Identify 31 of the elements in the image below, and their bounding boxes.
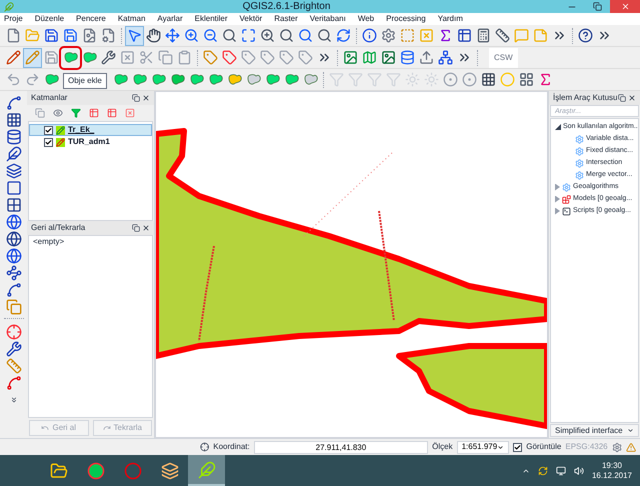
- clock-date[interactable]: 16.12.2017: [592, 470, 632, 480]
- scale-dropdown[interactable]: 1:651.979: [456, 440, 510, 454]
- coordinate-field[interactable]: 27.911,41.830: [254, 440, 428, 454]
- layer-row[interactable]: Tr_Ek_: [29, 124, 152, 136]
- panel-title: Katmanlar: [31, 92, 68, 104]
- layer-name[interactable]: Tr_Ek_: [68, 124, 94, 136]
- interface-dropdown[interactable]: Simplified interface: [550, 424, 639, 437]
- menu-item[interactable]: Raster: [274, 15, 298, 23]
- window-title: QGIS2.6.1-Brighton: [242, 2, 332, 12]
- menu-item[interactable]: Eklentiler: [194, 15, 228, 23]
- menu-item[interactable]: Web: [358, 15, 374, 23]
- menu-item[interactable]: Katman: [118, 15, 146, 23]
- render-label: Görüntüle: [526, 441, 562, 453]
- tooltip: Obje ekle: [63, 72, 107, 88]
- menu-item[interactable]: Veritabanı: [310, 15, 346, 23]
- menu-item[interactable]: Düzenle: [34, 15, 64, 23]
- menu-item[interactable]: Vektör: [240, 15, 262, 23]
- menu-item[interactable]: Yardım: [438, 15, 463, 23]
- panel-title: İşlem Araç Kutusu: [553, 92, 618, 104]
- menu-item[interactable]: Processing: [386, 15, 426, 23]
- coordinate-label: Koordinat:: [213, 441, 250, 453]
- csw-button[interactable]: CSW: [489, 48, 518, 68]
- undo-entry[interactable]: <empty>: [33, 236, 148, 248]
- clock-time[interactable]: 19:30: [602, 460, 622, 470]
- menu-item[interactable]: Pencere: [76, 15, 106, 23]
- panel-title: Geri al/Tekrarla: [31, 222, 86, 234]
- layer-row[interactable]: TUR_adm1: [29, 136, 152, 148]
- scale-label: Ölçek: [432, 441, 453, 453]
- menu-item[interactable]: Ayarlar: [157, 15, 183, 23]
- layer-name[interactable]: TUR_adm1: [68, 136, 110, 148]
- menu-item[interactable]: Proje: [4, 15, 23, 23]
